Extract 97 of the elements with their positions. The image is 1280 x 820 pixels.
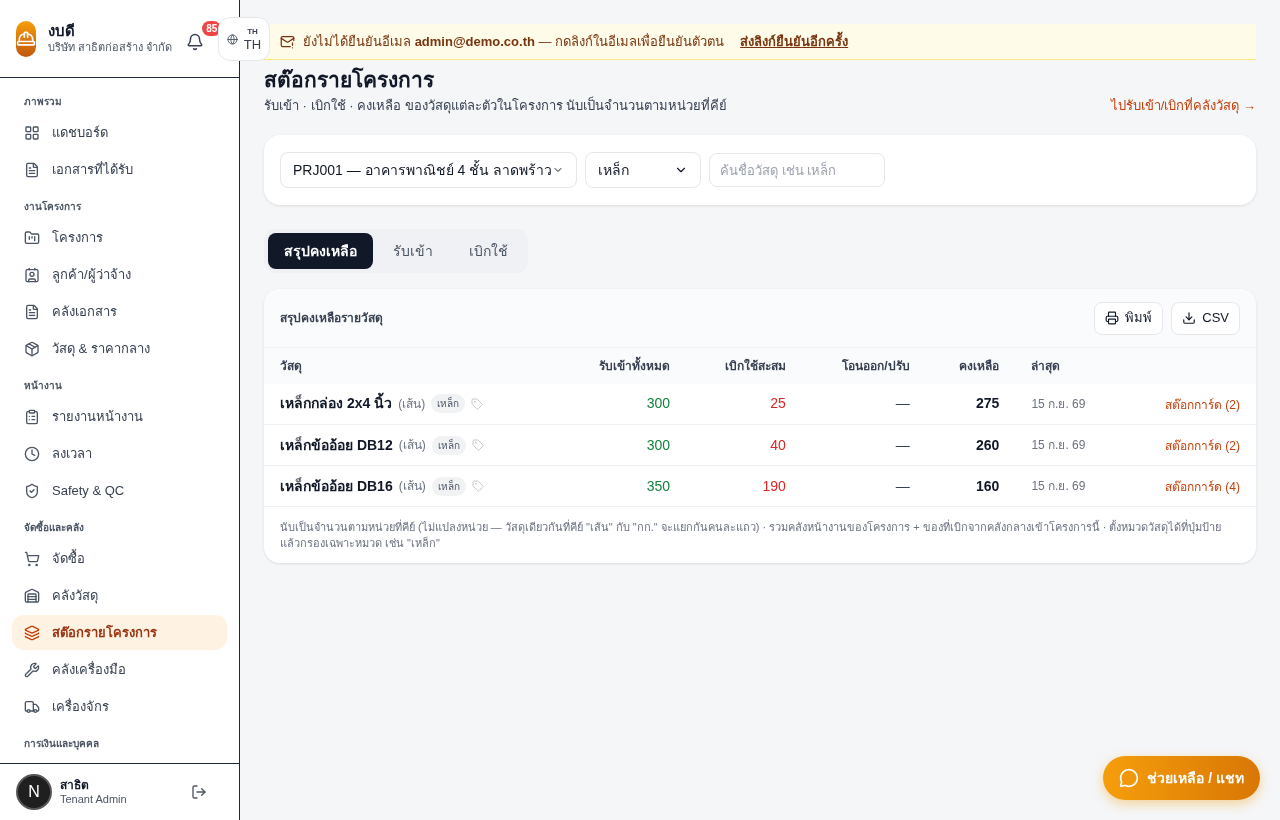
column-header: วัสดุ xyxy=(264,347,558,384)
table-cell: 25 xyxy=(686,383,802,425)
resend-link[interactable]: ส่งลิงก์ยืนยันอีกครั้ง xyxy=(740,31,849,52)
sidebar-item[interactable]: ลูกค้า/ผู้ว่าจ้าง xyxy=(12,257,227,292)
logout-icon xyxy=(191,784,207,800)
document-icon xyxy=(24,161,40,178)
material-name: เหล็กข้ออ้อย DB12 xyxy=(280,435,393,455)
cart-icon xyxy=(24,550,40,567)
project-select[interactable]: PRJ001 — อาคารพาณิชย์ 4 ชั้น ลาดพร้าว xyxy=(280,152,577,188)
export-button[interactable]: CSV xyxy=(1171,301,1240,335)
section-heading: หน้างาน xyxy=(23,379,63,393)
column-header: ล่าสุด xyxy=(1015,347,1123,384)
dashboard-icon xyxy=(24,124,40,141)
tab[interactable]: รับเข้า xyxy=(377,233,449,269)
table-cell: 40 xyxy=(686,424,802,466)
category-tag: เหล็ก xyxy=(431,394,466,414)
sidebar-item[interactable]: แดชบอร์ด xyxy=(12,115,227,150)
globe-icon xyxy=(226,33,238,45)
sidebar-item[interactable]: จัดซื้อ xyxy=(12,541,227,576)
warehouse-link[interactable]: ไปรับเข้า/เบิกที่คลังวัสดุ → xyxy=(1110,95,1256,115)
sidebar-item[interactable]: คลังเอกสาร xyxy=(12,294,227,329)
sidebar-item[interactable]: สต๊อกรายโครงการ xyxy=(12,615,227,650)
company-name: บริษัท สาธิตก่อสร้าง จำกัด xyxy=(48,41,173,55)
sidebar-item[interactable]: เครื่องจักร xyxy=(12,689,227,724)
table-footnote: นับเป็นจำนวนตามหน่วยที่คีย์ (ไม่แปลงหน่วย — วัสดุเดียวกันที่คีย์ "เส้น" กับ "กก." จะแยกกันคนละแถว) · รวมคลังหน้างานของโครงการ + ของที่เบิกจากคลังกลางเข้าโครงการนี้ · ตั้งหมวดวัสดุได้ที่ปุ่มป้าย แล้วกรองเฉพาะหมวด เช่น "เหล็ก" xyxy=(279,518,1223,551)
document-icon xyxy=(24,303,40,320)
clock-icon xyxy=(24,445,40,462)
banner-text: ยังไม่ได้ยืนยันอีเมล admin@demo.co.th — กดลิงก์ในอีเมลเพื่อยืนยันตัวตน xyxy=(303,32,725,51)
clipboard-icon xyxy=(24,408,40,425)
unit-label: (เส้น) xyxy=(398,437,426,454)
search-field[interactable]: ค้นชื่อวัสดุ เช่น เหล็ก xyxy=(709,153,885,187)
sidebar-item[interactable]: คลังวัสดุ xyxy=(12,578,227,613)
table-cell: 275 xyxy=(925,383,1016,425)
language-switcher[interactable]: TH TH xyxy=(218,17,270,61)
material-name: เหล็กข้ออ้อย DB16 xyxy=(280,476,393,496)
mail-warning-icon xyxy=(280,34,295,49)
table-cell: — xyxy=(801,465,926,507)
table-cell: 300 xyxy=(557,424,687,466)
table-cell: — xyxy=(801,383,926,425)
shield-icon xyxy=(24,482,40,499)
section-heading: งานโครงการ xyxy=(23,200,82,214)
sidebar-item[interactable]: Safety & QC xyxy=(12,473,227,508)
unit-label: (เส้น) xyxy=(398,395,426,413)
download-icon xyxy=(1182,311,1197,325)
user-avatar[interactable]: N xyxy=(16,774,52,810)
sidebar-item[interactable]: ลงเวลา xyxy=(12,436,227,471)
sidebar-item[interactable]: โครงการ xyxy=(12,220,227,255)
bell-icon xyxy=(186,32,205,51)
column-header: โอนออก/ปรับ xyxy=(801,347,926,384)
table-cell: 15 ก.ย. 69 xyxy=(1015,465,1123,507)
section-heading: การเงินและบุคคล xyxy=(23,737,100,752)
column-header: รับเข้าทั้งหมด xyxy=(557,347,687,384)
table-cell: 350 xyxy=(557,465,687,507)
category-tag: เหล็ก xyxy=(431,476,466,496)
table-cell: 190 xyxy=(686,465,802,507)
layers-icon xyxy=(24,624,40,641)
table-cell: — xyxy=(801,424,926,466)
page-title: สต๊อกรายโครงการ xyxy=(264,66,435,93)
tab[interactable]: สรุปคงเหลือ xyxy=(268,233,373,269)
sidebar-item[interactable]: วัสดุ & ราคากลาง xyxy=(12,331,227,366)
section-heading: จัดซื้อและคลัง xyxy=(23,519,85,535)
stock-card-link[interactable]: สต๊อกการ์ด (2) xyxy=(1165,439,1240,453)
tab[interactable]: เบิกใช้ xyxy=(453,233,524,269)
brand-name: งบดี xyxy=(48,22,76,41)
stock-card-link[interactable]: สต๊อกการ์ด (4) xyxy=(1165,480,1240,494)
table-cell: 260 xyxy=(925,424,1016,466)
folder-icon xyxy=(24,229,40,246)
user-name: สาธิต xyxy=(60,777,90,793)
page-subtitle: รับเข้า · เบิกใช้ · คงเหลือ ของวัสดุแต่ละตัวในโครงการ นับเป็นจำนวนตามหน่วยที่คีย์ xyxy=(264,95,728,115)
material-name: เหล็กกล่อง 2x4 นิ้ว xyxy=(280,393,393,415)
sidebar-item[interactable]: เอกสารที่ได้รับ xyxy=(12,152,227,187)
section-heading: ภาพรวม xyxy=(23,95,63,109)
box-icon xyxy=(24,340,40,357)
table-title: สรุปคงเหลือรายวัสดุ xyxy=(280,310,383,327)
contact-card-icon xyxy=(24,266,40,283)
column-header: เบิกใช้สะสม xyxy=(686,347,802,384)
user-role: Tenant Admin xyxy=(60,792,127,807)
table-cell: 15 ก.ย. 69 xyxy=(1015,424,1123,466)
category-tag: เหล็ก xyxy=(431,435,466,455)
truck-icon xyxy=(24,698,40,715)
tag-icon[interactable] xyxy=(471,397,484,410)
wrench-icon xyxy=(24,661,40,678)
table-cell: 300 xyxy=(557,383,687,425)
table-cell: 15 ก.ย. 69 xyxy=(1015,383,1123,425)
unit-label: (เส้น) xyxy=(398,478,426,495)
category-select[interactable]: เหล็ก xyxy=(585,152,701,188)
chat-bubble-icon xyxy=(1119,768,1140,788)
stock-card-link[interactable]: สต๊อกการ์ด (2) xyxy=(1165,397,1240,412)
tag-icon[interactable] xyxy=(471,480,484,492)
sidebar-item[interactable]: รายงานหน้างาน xyxy=(12,399,227,434)
sidebar-item[interactable]: คลังเครื่องมือ xyxy=(12,652,227,687)
print-button[interactable]: พิมพ์ xyxy=(1094,301,1164,335)
printer-icon xyxy=(1105,311,1120,325)
column-header: คงเหลือ xyxy=(925,347,1016,384)
warehouse-icon xyxy=(24,587,40,604)
tag-icon[interactable] xyxy=(471,439,484,451)
table-cell: 160 xyxy=(925,465,1016,507)
